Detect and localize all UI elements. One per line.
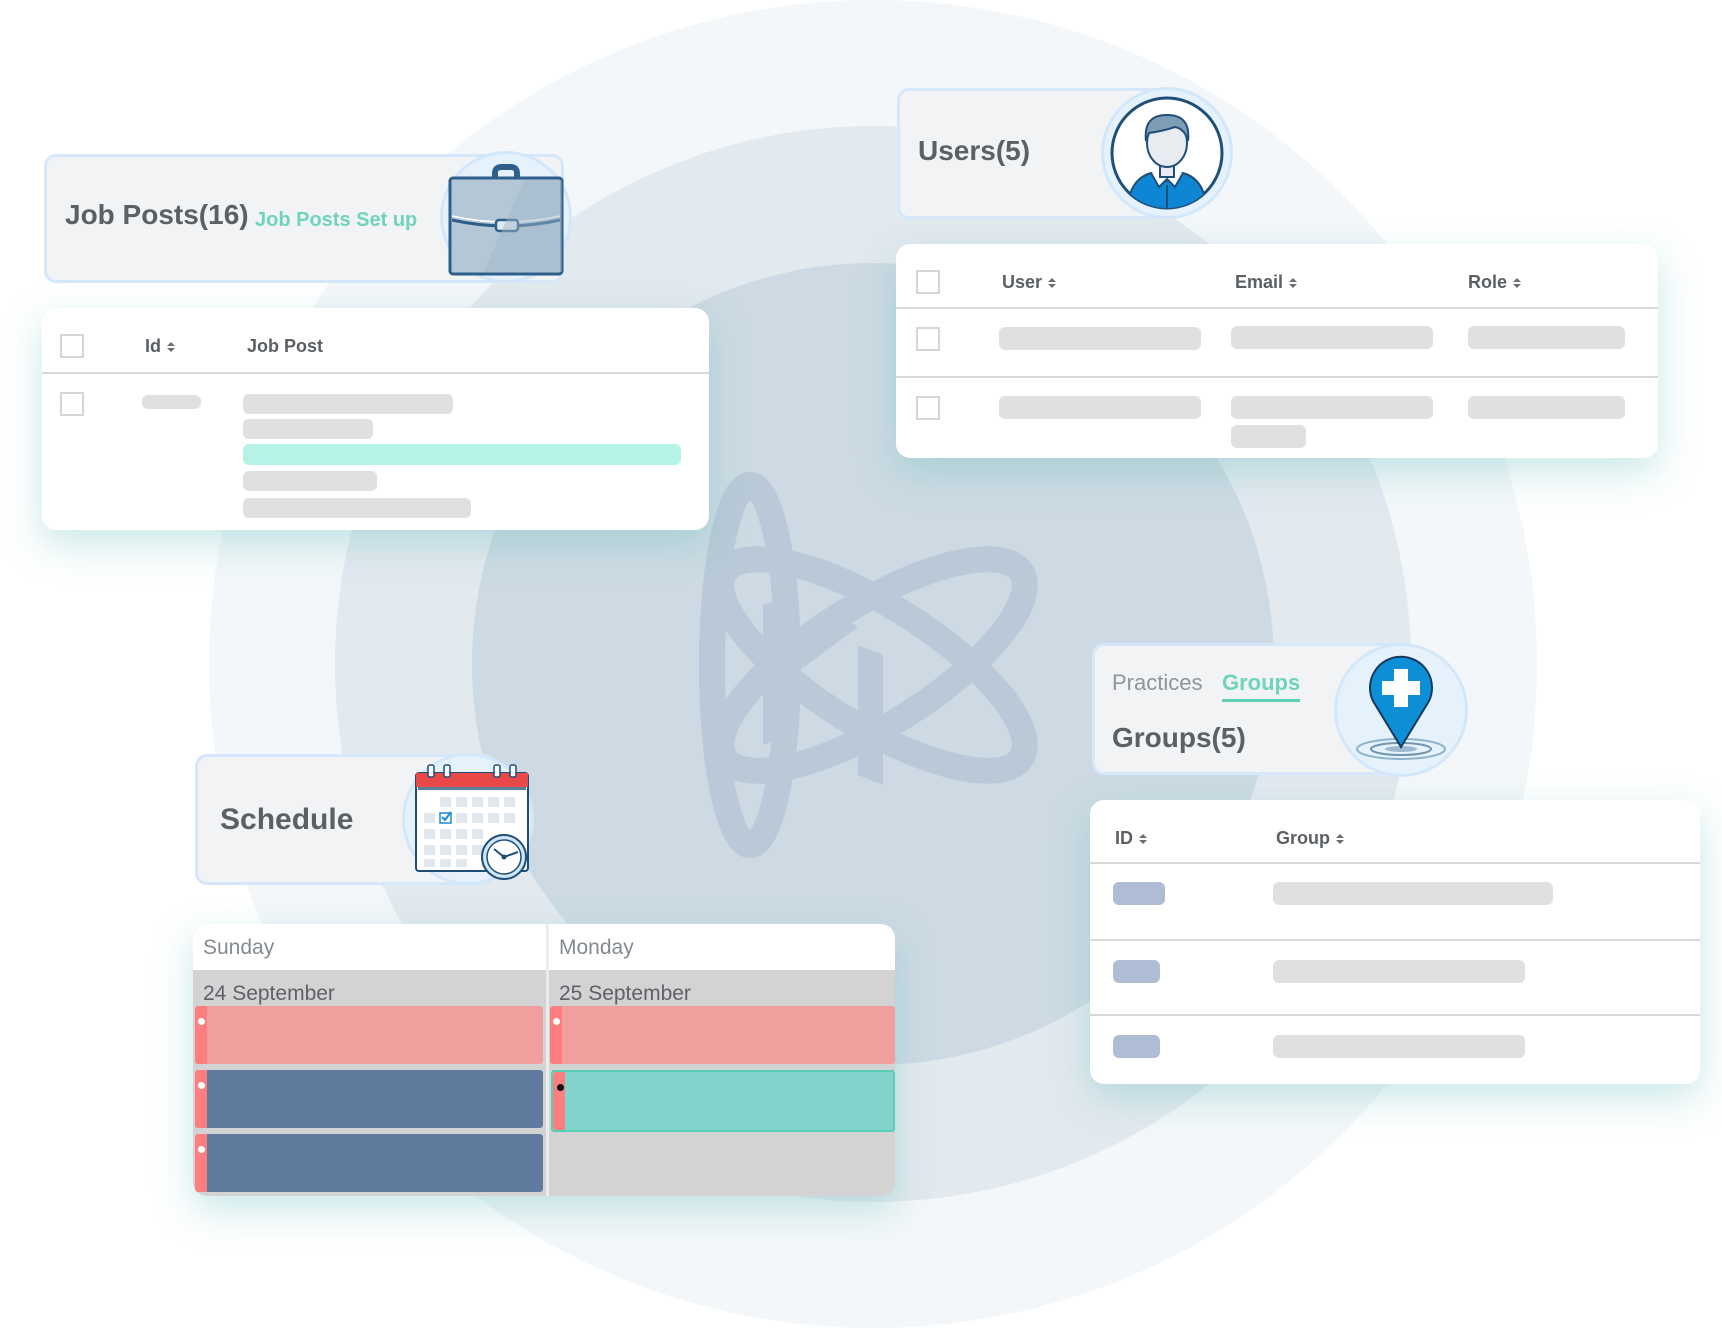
email-placeholder — [1231, 326, 1433, 349]
day-name-sunday: Sunday — [203, 936, 275, 959]
text-placeholder — [243, 419, 373, 439]
email-placeholder — [1231, 396, 1433, 419]
sort-icon — [1513, 277, 1522, 288]
column-header-job-post: Job Post — [247, 336, 323, 357]
row-checkbox[interactable] — [916, 396, 940, 420]
select-all-checkbox[interactable] — [60, 334, 84, 358]
id-placeholder — [1113, 882, 1165, 905]
calendar-event[interactable] — [195, 1070, 543, 1128]
column-header-id[interactable]: ID — [1115, 828, 1147, 849]
calendar-event[interactable] — [550, 1006, 895, 1064]
group-placeholder — [1273, 1035, 1525, 1058]
event-strip — [195, 1006, 207, 1064]
atom-k-logo-icon — [699, 472, 1038, 858]
map-pin-plus-icon — [1356, 655, 1446, 760]
select-all-checkbox[interactable] — [916, 270, 940, 294]
user-placeholder — [999, 396, 1201, 419]
date-label-monday: 25 September — [559, 982, 691, 1005]
id-placeholder — [1113, 960, 1160, 983]
groups-icon-ring — [1334, 643, 1468, 777]
event-dot — [553, 1018, 560, 1025]
sort-icon — [1048, 277, 1057, 288]
job-posts-icon-ring — [440, 151, 572, 283]
job-posts-setup-link[interactable]: Job Posts Set up — [255, 209, 417, 232]
column-header-user[interactable]: User — [1002, 272, 1057, 293]
users-title: Users(5) — [918, 135, 1031, 166]
column-header-label: Role — [1468, 272, 1508, 292]
calendar-event[interactable] — [195, 1006, 543, 1064]
row-divider — [1090, 1014, 1700, 1016]
role-placeholder — [1468, 326, 1625, 349]
column-header-label: Group — [1276, 828, 1330, 848]
day-name-monday: Monday — [559, 936, 634, 959]
job-posts-table: Id Job Post — [42, 308, 709, 530]
email-placeholder — [1231, 425, 1306, 448]
schedule-icon-ring — [402, 753, 534, 885]
event-strip — [195, 1070, 207, 1128]
header-divider — [896, 307, 1658, 309]
schedule-calendar: Sunday Monday 24 September 25 September — [193, 924, 895, 1196]
row-divider — [1090, 939, 1700, 941]
sort-icon — [1139, 833, 1147, 844]
event-strip — [553, 1072, 565, 1130]
header-divider — [1090, 862, 1700, 864]
text-placeholder — [243, 471, 377, 491]
event-dot — [198, 1018, 205, 1025]
id-placeholder — [142, 395, 201, 409]
sort-icon — [1289, 277, 1298, 288]
calendar-clock-icon — [415, 764, 529, 880]
event-strip — [195, 1134, 207, 1192]
calendar-event[interactable] — [195, 1134, 543, 1192]
row-checkbox[interactable] — [916, 327, 940, 351]
id-placeholder — [1113, 1035, 1160, 1058]
groups-table: ID Group — [1090, 800, 1700, 1084]
column-separator — [546, 924, 549, 1196]
text-placeholder — [243, 394, 453, 414]
job-posts-title: Job Posts(16) — [65, 199, 249, 230]
column-header-id[interactable]: Id — [145, 336, 175, 357]
sort-icon — [1336, 833, 1344, 844]
event-dot — [198, 1146, 205, 1153]
tab-practices[interactable]: Practices — [1112, 670, 1202, 696]
header-divider — [42, 372, 709, 374]
date-label-sunday: 24 September — [203, 982, 335, 1005]
column-header-label: Job Post — [247, 336, 324, 356]
column-header-label: Email — [1235, 272, 1284, 292]
column-header-label: Id — [145, 336, 161, 356]
tab-groups[interactable]: Groups — [1222, 670, 1301, 702]
calendar-event-selected[interactable] — [551, 1070, 895, 1132]
role-placeholder — [1468, 396, 1625, 419]
column-header-email[interactable]: Email — [1235, 272, 1298, 293]
row-divider — [896, 376, 1658, 378]
column-header-label: User — [1002, 272, 1043, 292]
event-dot — [198, 1082, 205, 1089]
users-table: User Email Role — [896, 244, 1658, 458]
event-dot — [557, 1084, 564, 1091]
user-placeholder — [999, 327, 1201, 350]
groups-title: Groups(5) — [1112, 722, 1246, 753]
briefcase-icon — [448, 164, 564, 276]
calendar-header — [193, 924, 895, 970]
event-strip — [550, 1006, 562, 1064]
group-placeholder — [1273, 960, 1525, 983]
row-checkbox[interactable] — [60, 392, 84, 416]
group-placeholder — [1273, 882, 1553, 905]
user-avatar-icon — [1110, 96, 1224, 210]
column-header-label: ID — [1115, 828, 1133, 848]
column-header-group[interactable]: Group — [1276, 828, 1344, 849]
schedule-title: Schedule — [220, 803, 354, 836]
column-header-role[interactable]: Role — [1468, 272, 1522, 293]
users-icon-ring — [1101, 87, 1233, 219]
highlight-placeholder — [243, 444, 681, 465]
sort-icon — [167, 341, 175, 352]
text-placeholder — [243, 498, 471, 518]
